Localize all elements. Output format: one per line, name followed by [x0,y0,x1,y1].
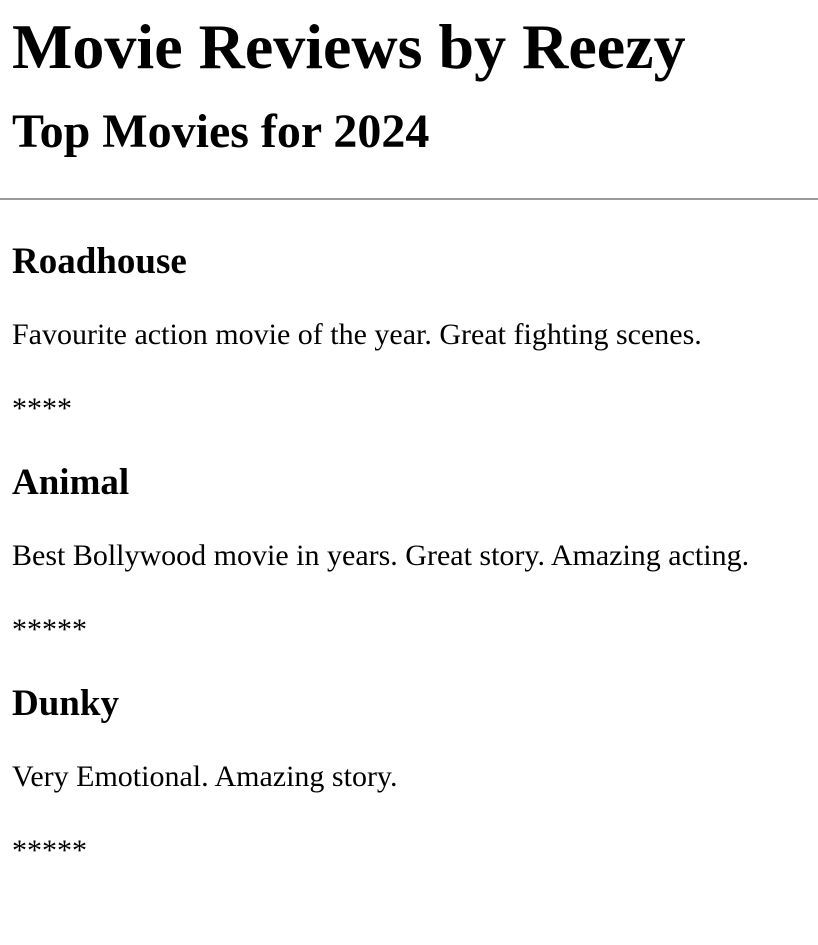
review-title: Dunky [12,683,119,724]
review-item: Roadhouse Favourite action movie of the … [12,241,818,426]
review-description: Best Bollywood movie in years. Great sto… [12,539,750,572]
review-title: Roadhouse [12,241,187,282]
review-rating: **** [12,392,72,425]
review-item: Dunky Very Emotional. Amazing story. ***… [12,683,818,868]
divider [0,198,818,200]
page-title: Movie Reviews by Reezy [12,11,686,82]
review-description: Very Emotional. Amazing story. [12,760,398,793]
page: Movie Reviews by Reezy Top Movies for 20… [0,11,818,868]
page-subtitle: Top Movies for 2024 [12,105,430,158]
review-item: Animal Best Bollywood movie in years. Gr… [12,462,818,647]
review-rating: ***** [12,613,87,646]
review-rating: ***** [12,834,87,867]
review-title: Animal [12,462,130,503]
review-description: Favourite action movie of the year. Grea… [12,318,702,351]
